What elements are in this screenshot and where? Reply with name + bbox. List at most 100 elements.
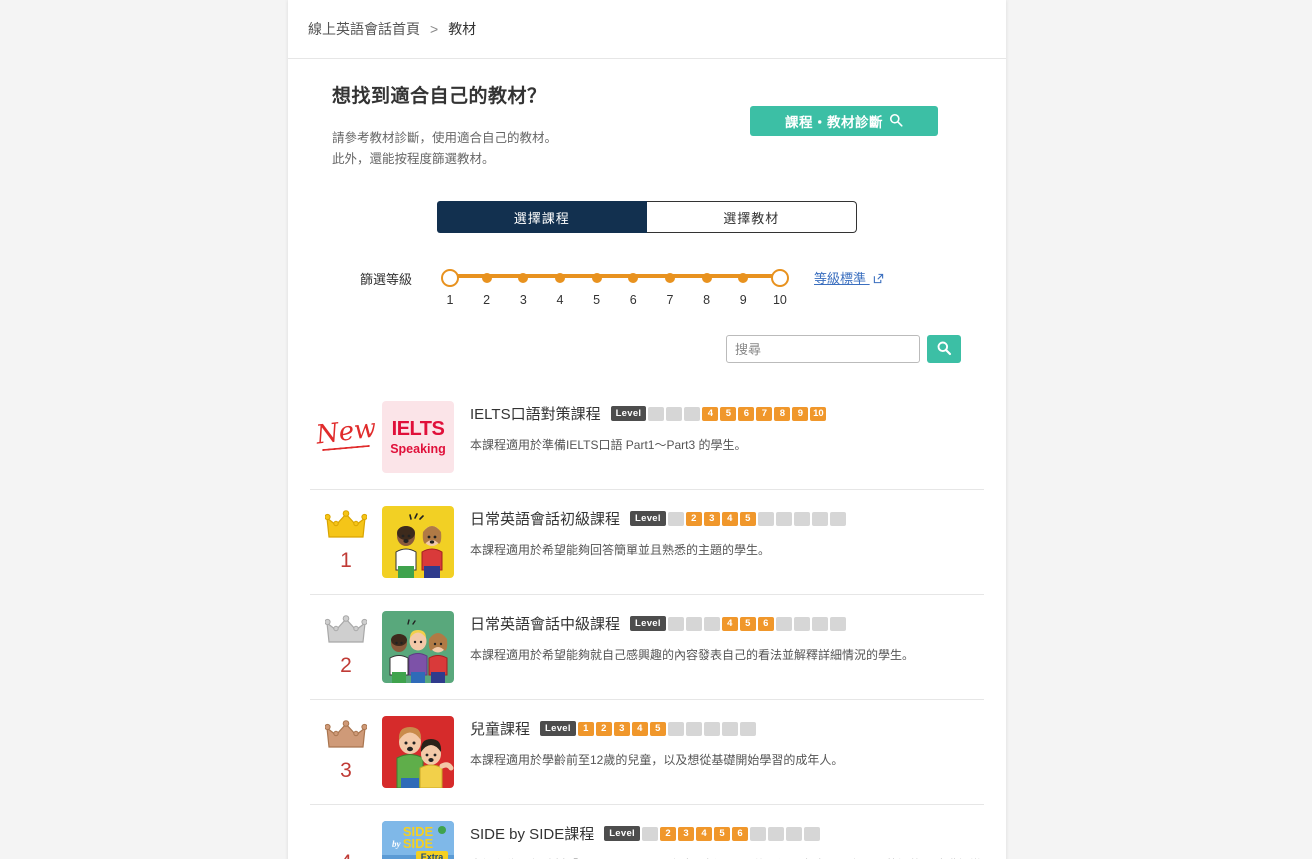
- course-description: 本課程適用於希望能夠就自己感興趣的內容發表自己的看法並解釋詳細情況的學生。: [470, 648, 915, 663]
- slider-dot-8[interactable]: [695, 265, 719, 289]
- level-cell-6: 6: [732, 826, 748, 841]
- search-icon: [889, 113, 903, 130]
- course-header: 兒童課程 Level 1 2 3 4 5 6 7 8 9 10: [470, 718, 984, 739]
- level-cell-2: 2: [666, 406, 683, 421]
- slider-tick-8: 8: [703, 293, 711, 308]
- level-cell-4: 4: [696, 826, 712, 841]
- rank-column: 4: [310, 821, 382, 859]
- level-cell-10: 10: [829, 616, 846, 631]
- slider-dot-2[interactable]: [475, 265, 499, 289]
- slider-dot-4[interactable]: [548, 265, 572, 289]
- level-cell-9: 9: [721, 721, 738, 736]
- slider-tick-1: 1: [446, 293, 454, 308]
- level-cell-2: 2: [660, 826, 676, 841]
- rank-number: 4: [340, 851, 352, 859]
- crown-gold-icon: [324, 510, 368, 547]
- course-description: 本課程適用於希望能夠回答簡單並且熟悉的主題的學生。: [470, 543, 771, 558]
- rank-column: 2: [310, 611, 382, 678]
- course-title[interactable]: IELTS口語對策課程: [470, 403, 601, 424]
- level-slider[interactable]: 1 2 3 4 5 6 7 8 9 10: [438, 263, 792, 307]
- level-indicator: Level 1 2 3 4 5 6 7 8 9 10: [610, 406, 827, 422]
- level-indicator: Level 1 2 3 4 5 6 7 8 9 10: [630, 616, 846, 632]
- course-thumbnail-side-by-side[interactable]: SIDE SIDE by Extra: [382, 821, 454, 859]
- course-row[interactable]: 4 SIDE SIDE by Extra: [310, 804, 984, 859]
- slider-dot-6[interactable]: [621, 265, 645, 289]
- course-thumbnail-intermediate[interactable]: [382, 611, 454, 684]
- crown-silver-icon: [324, 615, 368, 652]
- level-cell-7: 7: [775, 616, 792, 631]
- slider-dot-9[interactable]: [731, 265, 755, 289]
- level-cell-9: 9: [811, 511, 828, 526]
- course-row[interactable]: New IELTS Speaking IELTS口語對策課程 Level 1: [310, 385, 984, 489]
- diagnose-button[interactable]: 課程・教材診斷: [750, 106, 938, 136]
- course-title[interactable]: SIDE by SIDE課程: [470, 823, 594, 844]
- level-cell-10: 10: [829, 511, 846, 526]
- course-title[interactable]: 日常英語會話中級課程: [470, 613, 620, 634]
- level-cell-10: 10: [804, 826, 820, 841]
- slider-tick-7: 7: [666, 293, 674, 308]
- level-cell-5: 5: [714, 826, 730, 841]
- course-thumbnail-beginner[interactable]: [382, 506, 454, 579]
- course-info: IELTS口語對策課程 Level 1 2 3 4 5 6 7 8 9: [458, 401, 984, 454]
- intro-line-2: 此外，還能按程度篩選教材。: [332, 151, 495, 166]
- slider-handle-min[interactable]: [438, 265, 462, 289]
- search-icon: [936, 340, 952, 359]
- level-cell-8: 8: [768, 826, 784, 841]
- course-thumbnail-kids[interactable]: [382, 716, 454, 789]
- slider-tick-5: 5: [593, 293, 601, 308]
- course-info: 日常英語會話初級課程 Level 1 2 3 4 5 6 7 8 9: [458, 506, 984, 559]
- level-legend-label: Level: [540, 721, 576, 737]
- level-cell-8: 8: [774, 406, 791, 421]
- slider-tick-4: 4: [556, 293, 564, 308]
- level-cell-6: 6: [667, 721, 684, 736]
- level-cell-3: 3: [703, 511, 720, 526]
- tab-select-course[interactable]: 選擇課程: [437, 201, 647, 234]
- level-cell-3: 3: [703, 616, 720, 631]
- content-panel: 線上英語會話首頁 > 教材 想找到適合自己的教材？ 請參考教材診斷，使用適合自己…: [288, 0, 1006, 859]
- slider-dot-7[interactable]: [658, 265, 682, 289]
- level-cell-9: 9: [811, 616, 828, 631]
- level-cell-4: 4: [702, 406, 719, 421]
- slider-handles: [438, 265, 792, 289]
- level-indicator: Level 1 2 3 4 5 6 7 8 9 10: [604, 826, 820, 842]
- search-bar: [288, 307, 1006, 364]
- thumbnail-column: [382, 716, 458, 789]
- course-title[interactable]: 日常英語會話初級課程: [470, 508, 620, 529]
- rank-number: 3: [340, 759, 352, 783]
- tab-select-material[interactable]: 選擇教材: [646, 201, 857, 234]
- level-cell-3: 3: [684, 406, 701, 421]
- course-title[interactable]: 兒童課程: [470, 718, 530, 739]
- level-standard-link[interactable]: 等級標準: [814, 263, 884, 287]
- external-link-icon: [873, 272, 884, 287]
- level-cell-5: 5: [739, 616, 756, 631]
- level-cell-1: 1: [648, 406, 665, 421]
- search-input[interactable]: [726, 335, 920, 364]
- slider-dot-3[interactable]: [511, 265, 535, 289]
- level-filter: 篩選等級 1 2 3 4 5 6 7 8 9 10 等級標準: [288, 263, 1006, 307]
- course-row[interactable]: 1 日常英語會話初級課程 Level 2 3 4 5 本課程適用於希望能夠回答簡…: [310, 489, 984, 594]
- page-title: 想找到適合自己的教材？: [332, 86, 547, 107]
- level-cell-2: 2: [595, 721, 612, 736]
- intro-section: 想找到適合自己的教材？ 請參考教材診斷，使用適合自己的教材。 此外，還能按程度篩…: [288, 59, 1006, 169]
- course-thumbnail-ielts[interactable]: IELTS Speaking: [382, 401, 454, 474]
- level-cell-8: 8: [793, 616, 810, 631]
- breadcrumb-separator: >: [430, 21, 439, 37]
- course-info: 兒童課程 Level 1 2 3 4 5 6 7 8 9 10: [458, 716, 984, 769]
- course-info: 日常英語會話中級課程 Level 1 2 3 4 5 6 7 8 9: [458, 611, 984, 664]
- course-header: IELTS口語對策課程 Level 1 2 3 4 5 6 7 8 9: [470, 403, 984, 424]
- level-cell-6: 6: [757, 511, 774, 526]
- course-row[interactable]: 3 兒童課程 Level 1 2 3 4 5 本課程適用於學齡前至12歲的兒童，…: [310, 699, 984, 804]
- search-button[interactable]: [927, 335, 961, 364]
- crown-bronze-icon: [324, 720, 368, 757]
- course-row[interactable]: 2 日常英語會話中級課程 Level 4 5 6 本課程適用於希望能夠就自己感興…: [310, 594, 984, 699]
- level-cell-4: 4: [631, 721, 648, 736]
- slider-handle-max[interactable]: [768, 265, 792, 289]
- level-filter-label: 篩選等級: [360, 272, 413, 288]
- svg-text:Extra: Extra: [421, 852, 445, 859]
- slider-dot-5[interactable]: [585, 265, 609, 289]
- level-cell-5: 5: [720, 406, 737, 421]
- slider-tick-labels: 1 2 3 4 5 6 7 8 9 10: [438, 293, 792, 307]
- level-cell-5: 5: [649, 721, 666, 736]
- level-legend-label: Level: [610, 406, 647, 422]
- breadcrumb-home[interactable]: 線上英語會話首頁: [308, 19, 420, 39]
